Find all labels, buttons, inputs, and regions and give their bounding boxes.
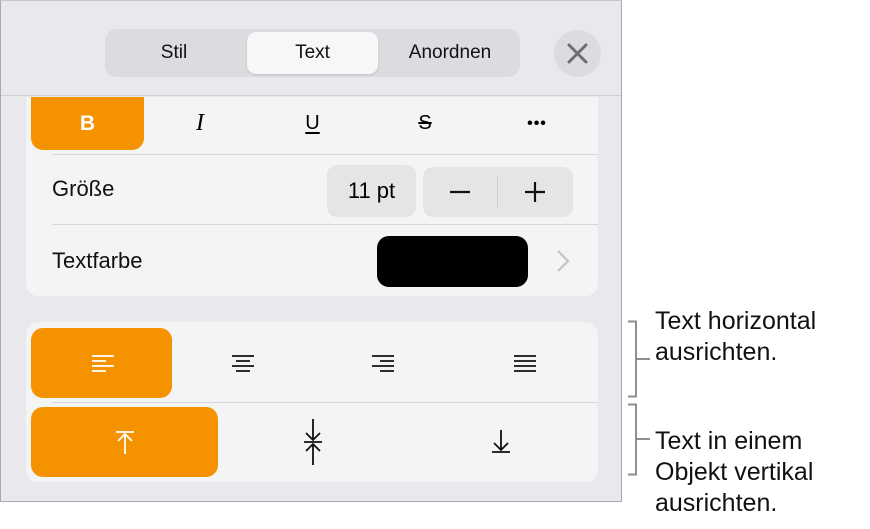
align-top-button[interactable] <box>31 407 218 477</box>
callout-line: ausrichten. <box>655 338 778 366</box>
close-button[interactable] <box>554 30 601 77</box>
tab-stil[interactable]: Stil <box>105 32 243 74</box>
chevron-right-icon[interactable] <box>556 249 570 273</box>
align-right-button[interactable] <box>313 328 454 398</box>
divider <box>52 224 598 225</box>
close-icon <box>567 43 588 64</box>
decrease-size-button[interactable] <box>423 167 498 217</box>
callout-line: Text in einem <box>655 427 803 455</box>
increase-size-button[interactable] <box>498 167 573 217</box>
size-stepper <box>423 167 573 217</box>
format-panel: Stil Text Anordnen B I U S ••• Größe 11 … <box>0 0 622 502</box>
italic-button[interactable]: I <box>144 97 256 150</box>
align-middle-button[interactable] <box>218 407 407 477</box>
tab-anordnen[interactable]: Anordnen <box>380 32 520 74</box>
align-bottom-button[interactable] <box>407 407 594 477</box>
text-format-card: B I U S ••• Größe 11 pt Textfarbe <box>26 97 598 296</box>
align-top-icon <box>115 431 134 454</box>
align-left-button[interactable] <box>31 328 172 398</box>
minus-icon <box>450 190 470 194</box>
callout-line: Text horizontal <box>655 307 817 335</box>
size-value-field[interactable]: 11 pt <box>327 165 416 217</box>
callout-vertical-alignment: Text in einem Objekt vertikal ausrichten… <box>655 426 813 519</box>
align-center-icon <box>231 355 254 372</box>
bold-button[interactable]: B <box>31 97 144 150</box>
text-color-swatch[interactable] <box>377 236 528 287</box>
tab-segmented-control: Stil Text Anordnen <box>105 29 520 77</box>
size-label: Größe <box>52 176 115 201</box>
underline-button[interactable]: U <box>256 97 369 150</box>
align-middle-icon <box>303 419 322 465</box>
align-left-icon <box>91 355 114 372</box>
align-center-button[interactable] <box>172 328 313 398</box>
align-bottom-icon <box>491 430 510 453</box>
align-right-icon <box>371 355 394 372</box>
horizontal-callout-bracket <box>628 320 650 398</box>
divider <box>52 402 598 403</box>
strikethrough-button[interactable]: S <box>369 97 481 150</box>
callout-line: ausrichten. <box>655 489 778 517</box>
format-toolbar: Stil Text Anordnen <box>1 1 621 96</box>
strikethrough-icon: S <box>418 112 432 134</box>
italic-icon: I <box>196 110 204 136</box>
more-icon: ••• <box>527 114 547 132</box>
alignment-card <box>26 322 598 482</box>
more-options-button[interactable]: ••• <box>481 97 593 150</box>
callout-horizontal-alignment: Text horizontal ausrichten. <box>655 306 816 368</box>
bold-icon: B <box>79 111 96 135</box>
plus-icon <box>525 182 545 202</box>
align-justify-button[interactable] <box>454 328 595 398</box>
underline-icon: U <box>305 112 320 134</box>
vertical-callout-bracket <box>628 403 650 476</box>
font-style-row: B I U S ••• <box>26 97 598 154</box>
tab-text[interactable]: Text <box>247 32 378 74</box>
text-color-label: Textfarbe <box>52 248 143 273</box>
align-justify-icon <box>513 355 536 372</box>
callout-line: Objekt vertikal <box>655 458 814 486</box>
divider <box>52 154 598 155</box>
